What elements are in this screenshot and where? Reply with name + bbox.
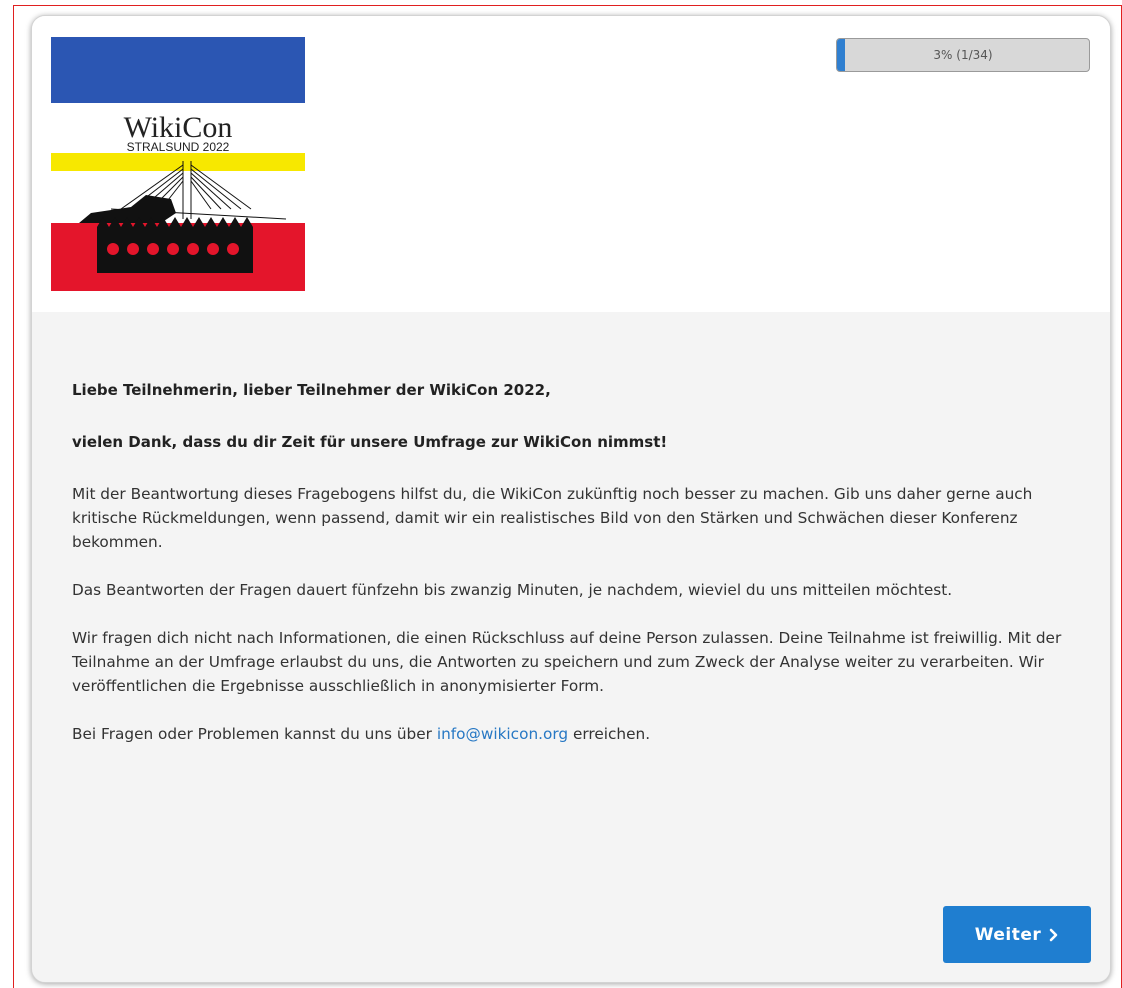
contact-paragraph: Bei Fragen oder Problemen kannst du uns …: [72, 722, 1062, 746]
logo-subtitle: STRALSUND 2022: [127, 140, 230, 154]
contact-email-link[interactable]: info@wikicon.org: [437, 725, 568, 743]
progress-label: 3% (1/34): [933, 48, 993, 62]
intro-paragraph-1: Mit der Beantwortung dieses Fragebogens …: [72, 485, 1033, 551]
contact-text-after: erreichen.: [568, 725, 651, 743]
greeting: Liebe Teilnehmerin, lieber Teilnehmer de…: [72, 381, 551, 399]
progress-bar: 3% (1/34): [836, 38, 1090, 72]
chevron-right-icon: [1049, 928, 1058, 941]
wikicon-logo: WikiCon STRALSUND 2022: [51, 37, 305, 291]
thanks-message: vielen Dank, dass du dir Zeit für unsere…: [72, 433, 668, 451]
intro-text: Liebe Teilnehmerin, lieber Teilnehmer de…: [72, 378, 1062, 770]
intro-paragraph-3: Wir fragen dich nicht nach Informationen…: [72, 629, 1062, 695]
survey-card: WikiCon STRALSUND 2022 3% (1/34) Liebe T…: [31, 15, 1111, 983]
next-button-label: Weiter: [974, 924, 1042, 945]
survey-header: WikiCon STRALSUND 2022 3% (1/34): [32, 16, 1110, 312]
next-button[interactable]: Weiter: [943, 906, 1091, 963]
contact-text-before: Bei Fragen oder Problemen kannst du uns …: [72, 725, 437, 743]
intro-paragraph-2: Das Beantworten der Fragen dauert fünfze…: [72, 581, 953, 599]
